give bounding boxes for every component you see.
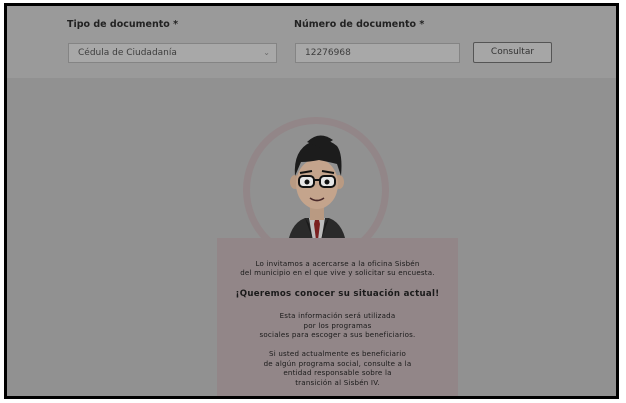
- note-line-1: Si usted actualmente es beneficiario: [269, 349, 406, 359]
- note-line-3: entidad responsable sobre la: [283, 368, 392, 378]
- page-frame: Tipo de documento * Cédula de Ciudadanía…: [4, 3, 619, 399]
- search-form: Tipo de documento * Cédula de Ciudadanía…: [7, 6, 616, 78]
- info-line-3: sociales para escoger a sus beneficiario…: [259, 330, 416, 340]
- doc-number-input[interactable]: 12276968: [295, 43, 460, 63]
- doc-number-label: Número de documento *: [294, 19, 425, 30]
- message-line-2: del municipio en el que vive y solicitar…: [240, 268, 435, 278]
- info-line-1: Esta información será utilizada: [279, 311, 396, 321]
- avatar-icon: [287, 135, 347, 250]
- consult-button[interactable]: Consultar: [473, 42, 552, 63]
- doc-type-select[interactable]: Cédula de Ciudadanía ⌄: [68, 43, 277, 63]
- doc-type-value: Cédula de Ciudadanía: [78, 48, 177, 58]
- message-headline: ¡Queremos conocer su situación actual!: [235, 288, 440, 299]
- chevron-down-icon: ⌄: [263, 48, 270, 57]
- doc-number-value: 12276968: [305, 48, 351, 58]
- doc-type-label: Tipo de documento *: [67, 19, 179, 30]
- message-line-1: Lo invitamos a acercarse a la oficina Si…: [255, 259, 420, 268]
- note-line-2: de algún programa social, consulte a la: [263, 358, 412, 368]
- info-line-2: por los programas: [303, 320, 372, 330]
- message-card: Lo invitamos a acercarse a la oficina Si…: [217, 238, 458, 396]
- note-line-4: transición al Sisbén IV.: [295, 377, 380, 387]
